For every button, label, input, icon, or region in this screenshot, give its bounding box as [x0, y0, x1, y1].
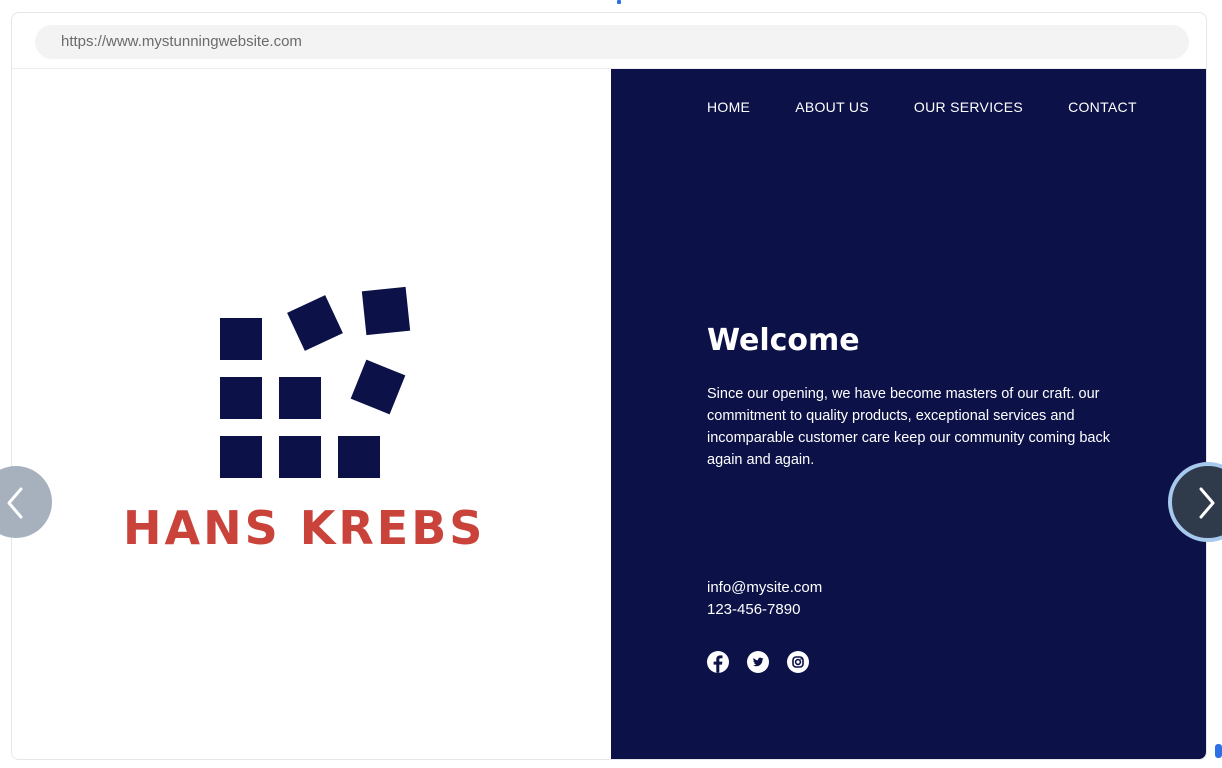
address-bar[interactable]: https://www.mystunningwebsite.com [35, 25, 1189, 59]
cursor-indicator [1215, 744, 1222, 758]
top-indicator [617, 0, 621, 4]
nav-home[interactable]: HOME [707, 99, 750, 115]
social-links [707, 651, 809, 673]
nav-contact[interactable]: CONTACT [1068, 99, 1137, 115]
twitter-icon[interactable] [747, 651, 769, 673]
content-panel: HOME ABOUT US OUR SERVICES CONTACT Welco… [611, 69, 1206, 759]
chevron-left-icon [7, 487, 23, 519]
nav-our-services[interactable]: OUR SERVICES [914, 99, 1023, 115]
hero-description: Since our opening, we have become master… [707, 386, 1110, 468]
logo-square [220, 436, 262, 478]
logo-square [287, 295, 343, 351]
facebook-icon[interactable] [707, 651, 729, 673]
logo-square [279, 377, 321, 419]
url-text: https://www.mystunningwebsite.com [61, 33, 302, 50]
logo-square [279, 436, 321, 478]
contact-phone: 123-456-7890 [707, 601, 801, 618]
logo-square [220, 377, 262, 419]
nav-about-us[interactable]: ABOUT US [795, 99, 869, 115]
logo-square [350, 359, 406, 415]
logo-square [361, 286, 411, 336]
brand-name: HANS KREBS [123, 501, 486, 555]
instagram-icon[interactable] [787, 651, 809, 673]
contact-email[interactable]: info@mysite.com [707, 579, 822, 596]
logo-square [338, 436, 380, 478]
hero-title: Welcome [707, 323, 860, 358]
main-nav: HOME ABOUT US OUR SERVICES CONTACT [707, 99, 1137, 115]
logo-square [220, 318, 262, 360]
logo-panel: HANS KREBS [12, 69, 610, 759]
scattered-squares-logo [220, 286, 411, 478]
chevron-right-icon [1199, 487, 1215, 519]
browser-window: https://www.mystunningwebsite.com HANS K… [11, 12, 1207, 760]
